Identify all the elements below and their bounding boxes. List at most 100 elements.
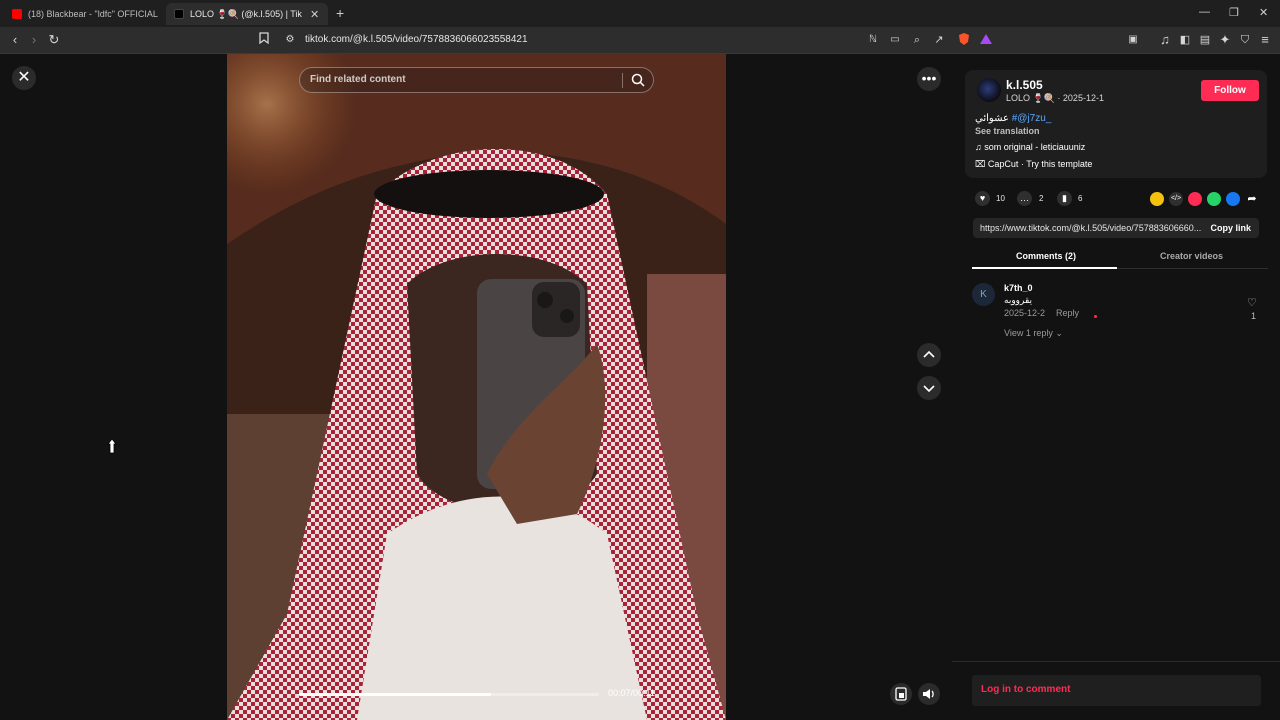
video-frame: [227, 54, 726, 720]
copy-link-button[interactable]: Copy link: [1210, 223, 1251, 233]
vpn-icon[interactable]: ⛉: [1237, 32, 1253, 48]
reload-icon[interactable]: ↻: [46, 32, 62, 48]
tiktok-icon: [174, 9, 184, 19]
tab-tiktok[interactable]: LOLO 🍷🍭 (@k.l.505) | TikTok ✕: [166, 3, 328, 25]
music-note-icon: ♫: [975, 142, 985, 152]
view-replies-button[interactable]: View 1 reply ⌄: [1004, 328, 1063, 339]
side-panel: k.l.505 LOLO 🍷🍭 · 2025-12-1 Follow عشوائ…: [952, 54, 1280, 720]
music-title: som original - leticiauuniz: [984, 142, 1086, 152]
browser-toolbar: ‹ › ↻ ⚙ tiktok.com/@k.l.505/video/757883…: [0, 27, 1280, 54]
save-count: 6: [1078, 194, 1083, 203]
comment-text: يقرووبه: [1004, 295, 1033, 305]
repost-icon[interactable]: [1150, 192, 1164, 206]
music-row[interactable]: ♫ som original - leticiauuniz: [975, 142, 1085, 152]
close-video-icon[interactable]: ✕: [12, 66, 36, 90]
share-icon[interactable]: ↗: [931, 32, 947, 48]
back-icon[interactable]: ‹: [7, 32, 23, 48]
floating-player-button[interactable]: [890, 683, 912, 705]
address-bar[interactable]: tiktok.com/@k.l.505/video/75788360660235…: [305, 34, 528, 45]
post-caption: عشوائي #@j7zu_: [975, 113, 1051, 124]
caption-hashtag[interactable]: #@j7zu_: [1012, 113, 1052, 124]
video-progress-fill: [299, 693, 491, 696]
video-progress-bar[interactable]: [299, 693, 599, 696]
mouse-cursor-icon: [107, 438, 117, 454]
author-nickname-date: LOLO 🍷🍭 · 2025-12-1: [1006, 93, 1104, 103]
brave-rewards-icon[interactable]: [978, 32, 994, 48]
chevron-down-icon: [923, 385, 935, 393]
chevron-up-icon: [923, 350, 935, 358]
next-video-button[interactable]: [917, 376, 941, 400]
divider: [952, 661, 1280, 662]
avatar[interactable]: K: [972, 283, 995, 306]
search-divider: [622, 73, 623, 88]
login-to-comment-label[interactable]: Log in to comment: [981, 684, 1070, 695]
volume-button[interactable]: [918, 683, 940, 705]
search-bar[interactable]: Find related content: [299, 67, 654, 93]
more-options-icon[interactable]: •••: [917, 67, 941, 91]
follow-button[interactable]: Follow: [1201, 80, 1259, 101]
notification-dot: [1094, 315, 1097, 318]
tab-title: LOLO 🍷🍭 (@k.l.505) | TikTok: [190, 8, 302, 19]
tab-comments[interactable]: Comments (2): [1016, 251, 1076, 261]
author-username[interactable]: k.l.505: [1006, 78, 1043, 92]
comment-username[interactable]: k7th_0: [1004, 283, 1033, 293]
facebook-icon[interactable]: [1226, 192, 1240, 206]
browser-tab-bar: (18) Blackbear - "ldfc" OFFICIAL VERSI L…: [0, 0, 1280, 27]
panel-tabs: Comments (2) Creator videos: [972, 246, 1268, 269]
post-info-card: k.l.505 LOLO 🍷🍭 · 2025-12-1 Follow عشوائ…: [965, 70, 1267, 178]
caption-text: عشوائي: [975, 113, 1012, 124]
close-tab-icon[interactable]: ✕: [310, 8, 319, 21]
tab-title: (18) Blackbear - "ldfc" OFFICIAL VERSI: [28, 9, 160, 19]
save-icon[interactable]: ▮: [1057, 191, 1072, 206]
capcut-row[interactable]: ⌧ CapCut · Try this template: [975, 159, 1092, 170]
zoom-icon[interactable]: ⌕: [909, 32, 925, 48]
close-window-icon[interactable]: ✕: [1259, 6, 1268, 19]
no-tracking-icon[interactable]: ℕ: [865, 32, 881, 48]
previous-video-button[interactable]: [917, 343, 941, 367]
search-icon[interactable]: [630, 72, 646, 88]
bookmark-icon[interactable]: [256, 32, 272, 48]
like-count: 10: [996, 194, 1005, 203]
video-link[interactable]: https://www.tiktok.com/@k.l.505/video/75…: [980, 223, 1201, 233]
share-arrow-icon[interactable]: ➦: [1245, 192, 1259, 206]
tab-youtube[interactable]: (18) Blackbear - "ldfc" OFFICIAL VERSI: [4, 3, 160, 25]
search-input[interactable]: Find related content: [310, 74, 406, 85]
reader-icon[interactable]: ◧: [1177, 32, 1193, 48]
youtube-icon: [12, 9, 22, 19]
comment-count: 2: [1039, 194, 1044, 203]
tab-creator-videos[interactable]: Creator videos: [1160, 251, 1223, 261]
cast-icon[interactable]: ▭: [887, 32, 903, 48]
site-settings-icon[interactable]: ⚙: [282, 32, 298, 48]
comment-icon[interactable]: …: [1017, 191, 1032, 206]
login-to-comment-box[interactable]: Log in to comment: [972, 675, 1261, 706]
minimize-icon[interactable]: —: [1199, 6, 1210, 18]
new-tab-button[interactable]: +: [336, 5, 344, 21]
video-link-box: https://www.tiktok.com/@k.l.505/video/75…: [973, 218, 1259, 238]
video-stage: 00:07/00:11 ✕ Find related content •••: [0, 54, 952, 720]
avatar[interactable]: [977, 78, 1001, 102]
restore-icon[interactable]: ❐: [1229, 6, 1239, 19]
picture-in-picture-icon: [895, 687, 907, 701]
comment-like-icon[interactable]: ♡: [1247, 296, 1257, 309]
reply-button[interactable]: Reply: [1056, 308, 1079, 318]
whatsapp-icon[interactable]: [1207, 192, 1221, 206]
menu-icon[interactable]: ≡: [1257, 32, 1273, 48]
wallet-icon[interactable]: ▤: [1197, 32, 1213, 48]
embed-icon[interactable]: </>: [1169, 192, 1183, 206]
comment-like-count: 1: [1251, 311, 1257, 321]
like-icon[interactable]: ♥: [975, 191, 990, 206]
video-player[interactable]: 00:07/00:11: [227, 54, 726, 720]
capcut-label: CapCut · Try this template: [987, 159, 1093, 169]
forward-icon[interactable]: ›: [26, 32, 42, 48]
sidebar-icon[interactable]: ▣: [1125, 32, 1141, 48]
send-to-friends-icon[interactable]: [1188, 192, 1202, 206]
see-translation-link[interactable]: See translation: [975, 126, 1040, 136]
music-icon[interactable]: ♫: [1157, 32, 1173, 48]
comment-date: 2025-12-2: [1004, 308, 1046, 318]
brave-shield-icon[interactable]: [956, 32, 972, 48]
capcut-icon: ⌧: [975, 159, 988, 169]
active-tab-indicator: [972, 267, 1117, 269]
leo-ai-icon[interactable]: ✦: [1217, 32, 1233, 48]
video-time: 00:07/00:11: [608, 688, 655, 698]
volume-icon: [923, 689, 934, 699]
